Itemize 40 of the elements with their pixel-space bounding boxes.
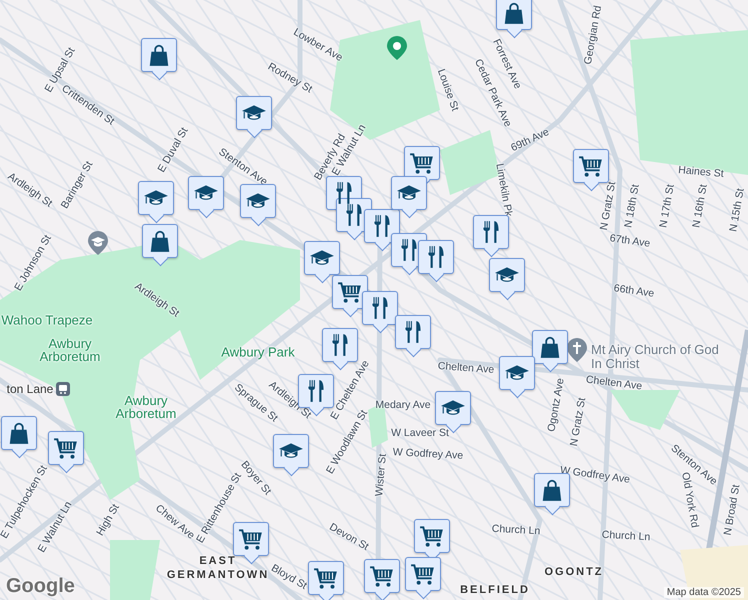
map-logo: Google xyxy=(6,575,75,598)
church-icon[interactable] xyxy=(567,338,587,362)
street-label: N Broad St xyxy=(722,484,742,536)
street-label: Chelten Ave xyxy=(585,374,643,392)
train-icon xyxy=(56,382,70,396)
place-label: Mt Airy Church of God In Christ xyxy=(591,343,720,371)
station-label: ton Lane xyxy=(6,382,54,396)
park-label: Wahoo Trapeze xyxy=(0,314,94,326)
neighborhood-label: OGONTZ xyxy=(544,565,604,579)
park-label: Awbury Arboretum xyxy=(114,394,178,420)
street-label: Georgian Rd xyxy=(582,4,604,66)
street-label: Wister St xyxy=(373,453,389,497)
school-pin-icon[interactable] xyxy=(88,231,108,255)
map-attribution: Map data ©2025 xyxy=(664,587,744,598)
street-label: W Laveer St xyxy=(391,427,449,439)
street-label: N 18th St xyxy=(622,183,642,229)
street-label: N Gratz St xyxy=(598,180,618,232)
park-area xyxy=(610,390,680,430)
street-label: Medary Ave xyxy=(375,399,431,411)
street-label: W Godfrey Ave xyxy=(392,446,464,462)
street-label: Haines St xyxy=(678,164,724,180)
park-area xyxy=(110,540,160,600)
neighborhood-label: BELFIELD xyxy=(460,583,530,597)
park-label: Awbury Arboretum xyxy=(38,337,102,363)
street-label: 66th Ave xyxy=(613,282,655,300)
street-label: Ogontz Ave xyxy=(545,377,567,433)
street-label: 69th Ave xyxy=(509,126,551,154)
location-pin-icon[interactable] xyxy=(387,36,407,60)
street-label: N 17th St xyxy=(657,183,677,229)
street-label: 67th Ave xyxy=(609,232,651,250)
street-label: Chelten Ave xyxy=(437,360,495,376)
street-label: Old York Rd xyxy=(679,471,701,529)
street-label: Louise St xyxy=(434,67,462,113)
park-label: Awbury Park xyxy=(220,346,296,358)
street-label: N 16th St xyxy=(690,183,710,229)
street-label: Church Ln xyxy=(602,528,650,544)
street-label: Church Ln xyxy=(492,522,540,538)
street-label: Limekiln Pk xyxy=(493,162,515,218)
street-label: N 15th St xyxy=(727,187,747,233)
street-label: N Gratz St xyxy=(568,396,588,448)
